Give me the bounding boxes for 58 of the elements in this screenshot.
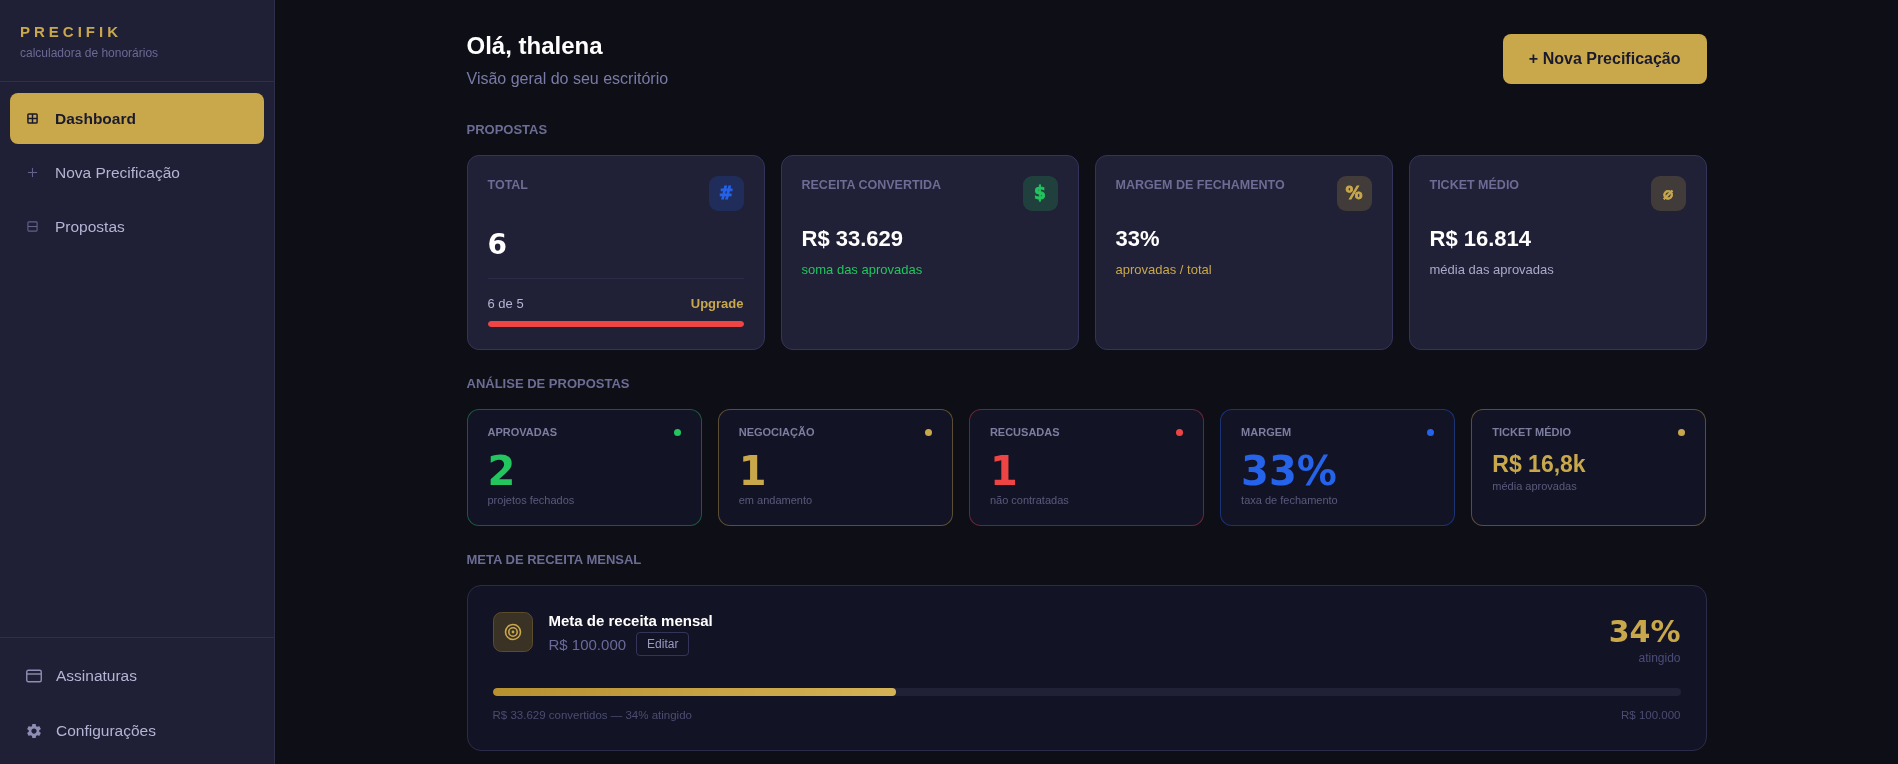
nav-item[interactable]: Dashboard: [10, 93, 264, 144]
goal-target-text: R$ 100.000: [1621, 708, 1681, 722]
analysis-note: média aprovadas: [1492, 479, 1578, 493]
nav-item[interactable]: Propostas: [10, 201, 264, 252]
upgrade-link[interactable]: Upgrade: [690, 296, 744, 312]
card-value: 33%: [1115, 225, 1161, 253]
goal-amount: R$ 100.000: [548, 635, 627, 653]
nav-item[interactable]: Assinaturas: [10, 650, 264, 701]
analysis-value: 2: [487, 449, 517, 493]
nav-item[interactable]: Configurações: [10, 705, 264, 756]
card-label: MARGEM DE FECHAMENTO: [1115, 177, 1285, 193]
analysis-label: NEGOCIAÇÃO: [738, 425, 815, 439]
new-pricing-button[interactable]: + Nova Precificação: [1502, 34, 1707, 84]
section-heading: ANÁLISE DE PROPOSTAS: [466, 376, 631, 392]
nav-item[interactable]: Nova Precificação: [10, 147, 264, 198]
symbol-glyph: #: [718, 185, 734, 202]
page-title: Olá, thalena: [466, 31, 604, 61]
section-heading: PROPOSTAS: [466, 122, 549, 138]
goal-percent: 34%: [1608, 614, 1681, 650]
gear-icon: [26, 723, 42, 738]
analysis-label: APROVADAS: [487, 425, 557, 439]
card-label: TICKET MÉDIO: [1429, 177, 1520, 193]
card-label: RECEITA CONVERTIDA: [801, 177, 942, 193]
analysis-value: R$ 16,8k: [1492, 450, 1587, 479]
card-value: 6: [487, 228, 508, 262]
symbol-glyph: ⌀: [1662, 185, 1674, 202]
usage-text: 6 de 5: [487, 296, 524, 312]
symbol-glyph: %: [1345, 185, 1363, 202]
grid-icon: [27, 113, 38, 124]
analysis-note: projetos fechados: [487, 493, 576, 507]
goal-title: Meta de receita mensal: [548, 612, 713, 630]
split-box-icon: [27, 221, 38, 232]
analysis-note: em andamento: [738, 493, 814, 507]
plus-icon: [27, 167, 38, 178]
card-value: R$ 33.629: [801, 225, 905, 253]
card-icon: [26, 668, 42, 683]
analysis-note: taxa de fechamento: [1241, 493, 1339, 507]
card-label: TOTAL: [487, 177, 528, 193]
goal-percent-label: atingido: [1638, 650, 1681, 666]
target-icon: [492, 612, 533, 652]
analysis-value: 1: [989, 449, 1019, 493]
analysis-note: não contratadas: [989, 493, 1070, 507]
edit-button[interactable]: Editar: [636, 632, 690, 656]
card-note: média das aprovadas: [1429, 262, 1555, 278]
symbol-glyph: $: [1034, 185, 1046, 202]
card-value: R$ 16.814: [1429, 225, 1533, 253]
card-note: soma das aprovadas: [801, 262, 924, 278]
analysis-label: TICKET MÉDIO: [1492, 425, 1572, 439]
card-note: aprovadas / total: [1115, 262, 1213, 278]
analysis-value: 1: [738, 449, 768, 493]
analysis-label: RECUSADAS: [989, 425, 1060, 439]
goal-progress-text: R$ 33.629 convertidos — 34% atingido: [492, 708, 692, 722]
analysis-label: MARGEM: [1241, 425, 1292, 439]
page-subtitle: Visão geral do seu escritório: [466, 69, 669, 89]
analysis-value: 33%: [1241, 449, 1338, 493]
brand-name: PRECIFIK: [20, 23, 122, 41]
brand-tagline: calculadora de honorários: [20, 46, 160, 61]
section-heading: META DE RECEITA MENSAL: [466, 552, 643, 568]
